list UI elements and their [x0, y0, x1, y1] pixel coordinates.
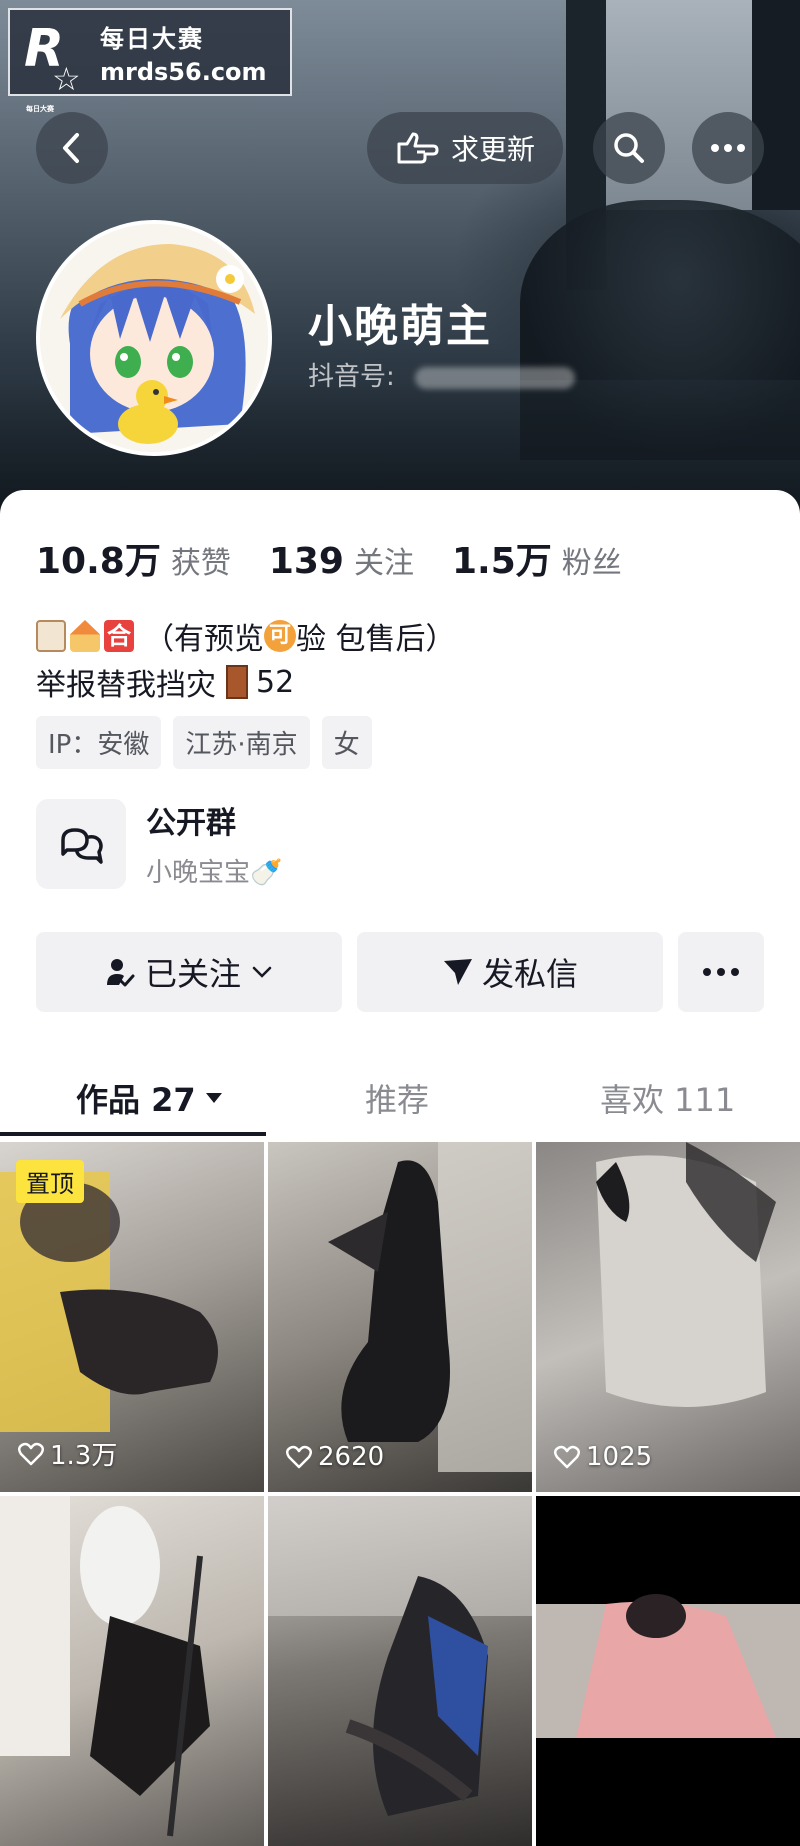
video-likes: 1025: [554, 1442, 652, 1472]
stat-label: 获赞: [170, 546, 231, 581]
tab-recommend[interactable]: 推荐: [365, 1060, 429, 1136]
heart-outline-icon: [18, 1442, 44, 1465]
request-update-label: 求更新: [450, 133, 535, 166]
content-tabs: 作品 27 推荐 喜欢 111: [0, 1060, 800, 1136]
group-title: 公开群: [146, 806, 236, 841]
stat-followers[interactable]: 1.5万 粉丝: [452, 532, 622, 584]
ke-emoji-icon: 可: [264, 620, 296, 652]
user-check-icon: [106, 959, 135, 987]
stat-value: 1.5万: [451, 541, 552, 582]
video-thumbnail-image: [536, 1594, 800, 1738]
watermark-brand: 每日大赛: [100, 24, 204, 53]
douyin-id-label: 抖音号:: [308, 362, 395, 392]
profile-username: 小晚萌主: [308, 301, 492, 352]
send-message-label: 发私信: [481, 955, 578, 993]
heart-outline-icon: [554, 1445, 580, 1469]
more-dots-icon: [703, 968, 739, 976]
video-likes-count: 2620: [318, 1442, 385, 1472]
video-thumbnail-image: [268, 1496, 532, 1816]
chat-bubbles-icon: [36, 798, 126, 889]
followed-button[interactable]: 已关注: [36, 932, 342, 1012]
profile-card: 10.8万 获赞 139 关注 1.5万 粉丝 合 （有预览 可 验 包售后） …: [0, 490, 800, 1846]
video-thumbnail[interactable]: 2620: [268, 1142, 532, 1492]
star-icon: ☆: [52, 60, 81, 98]
stat-label: 关注: [353, 546, 414, 581]
chevron-down-icon: [252, 966, 272, 978]
video-thumbnail-image: [328, 1142, 532, 1472]
house-emoji-icon: [70, 620, 100, 652]
bio-line-2: 举报替我挡灾 52: [36, 660, 294, 704]
followed-label: 已关注: [144, 955, 241, 993]
bio-text: 举报替我挡灾: [36, 668, 216, 703]
video-thumbnail[interactable]: [536, 1496, 800, 1846]
video-thumbnail-image: [0, 1496, 210, 1837]
avatar[interactable]: [36, 220, 272, 456]
send-arrow-icon: [443, 959, 472, 985]
video-likes: 2620: [286, 1442, 384, 1472]
video-thumbnail[interactable]: 1025: [536, 1142, 800, 1492]
stat-likes[interactable]: 10.8万 获赞: [36, 532, 231, 584]
bio-text: 验 包售后）: [296, 622, 456, 657]
douyin-id-value-blurred: [415, 366, 576, 389]
signpost-emoji-icon: [36, 620, 66, 652]
request-update-button[interactable]: 求更新: [367, 112, 563, 184]
pointing-hand-icon: [397, 132, 439, 164]
active-tab-indicator: [0, 1132, 266, 1136]
watermark-logo: R ☆ 每日大赛: [24, 19, 90, 113]
video-likes-count: 1025: [586, 1442, 653, 1472]
watermark-url: mrds56.com: [100, 57, 267, 86]
profile-more-button[interactable]: [678, 932, 764, 1012]
tag-location: 江苏·南京: [173, 716, 310, 769]
more-dots-icon: [711, 144, 745, 152]
tab-works[interactable]: 作品 27: [76, 1060, 224, 1136]
anime-girl-avatar-icon: [40, 224, 268, 452]
profile-stats: 10.8万 获赞 139 关注 1.5万 粉丝: [36, 532, 660, 584]
caret-down-icon: [205, 1093, 222, 1103]
he-emoji-icon: 合: [104, 620, 134, 652]
stat-value: 139: [268, 541, 344, 582]
tab-likes-label: 喜欢 111: [600, 1081, 736, 1119]
video-thumbnail[interactable]: [0, 1496, 264, 1846]
tab-likes[interactable]: 喜欢 111: [600, 1060, 735, 1136]
stat-following[interactable]: 139 关注: [269, 538, 414, 582]
bio-line-1: 合 （有预览 可 验 包售后）: [36, 614, 456, 658]
heart-outline-icon: [286, 1445, 312, 1469]
profile-tags: IP：安徽 江苏·南京 女: [36, 716, 372, 769]
video-thumbnail[interactable]: 置顶 1.3万: [0, 1142, 264, 1492]
video-thumbnail[interactable]: [268, 1496, 532, 1846]
public-group-entry[interactable]: 公开群 小晚宝宝🍼: [36, 798, 282, 889]
chevron-left-icon: [63, 133, 79, 163]
send-message-button[interactable]: 发私信: [357, 932, 663, 1012]
tag-ip: IP：安徽: [36, 716, 162, 769]
bio-count: 52: [256, 664, 295, 700]
tag-gender: 女: [321, 716, 372, 769]
more-button[interactable]: [692, 112, 764, 184]
back-button[interactable]: [36, 112, 108, 184]
site-watermark: R ☆ 每日大赛 每日大赛 mrds56.com: [8, 8, 292, 113]
stat-value: 10.8万: [36, 541, 161, 582]
video-likes-count: 1.3万: [50, 1441, 118, 1471]
video-thumbnail-image: [596, 1142, 776, 1407]
stat-label: 粉丝: [561, 546, 622, 581]
search-button[interactable]: [593, 112, 665, 184]
background-window-frame: [752, 0, 800, 210]
tab-recommend-label: 推荐: [365, 1081, 430, 1119]
bio-text: （有预览: [144, 622, 264, 657]
door-emoji-icon: [226, 665, 248, 699]
video-likes: 1.3万: [18, 1435, 117, 1472]
group-subtitle: 小晚宝宝🍼: [146, 858, 283, 888]
pinned-badge: 置顶: [16, 1160, 84, 1203]
search-icon: [614, 133, 644, 163]
douyin-id[interactable]: 抖音号:: [308, 356, 576, 393]
tab-works-label: 作品 27: [76, 1081, 196, 1119]
